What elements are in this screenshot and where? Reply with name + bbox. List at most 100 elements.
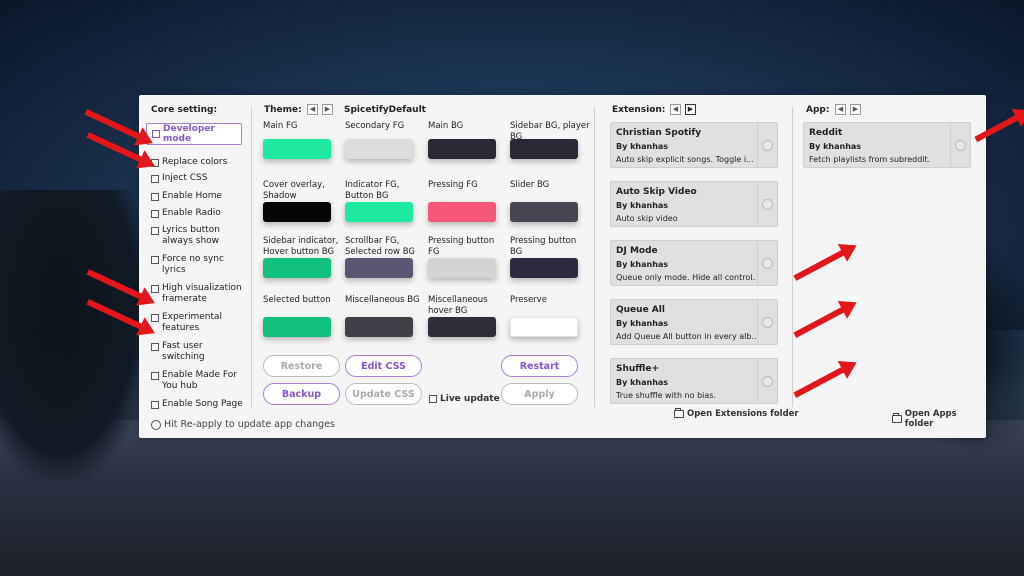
open-apps-folder-label: Open Apps folder bbox=[904, 409, 957, 429]
live-update-toggle[interactable]: Live update bbox=[429, 394, 500, 404]
folder-icon bbox=[892, 413, 902, 423]
core-item-fast-user-switching[interactable]: Fast user switching bbox=[151, 341, 247, 363]
folder-icon bbox=[674, 408, 684, 418]
toggle-area[interactable] bbox=[757, 182, 777, 226]
extension-name: Shuffle+ bbox=[616, 364, 659, 374]
core-item-label: Lyrics button always show bbox=[162, 225, 220, 246]
swatch-label: Pressing button FG bbox=[428, 236, 495, 257]
core-item-high-framerate[interactable]: High visualization framerate bbox=[151, 283, 247, 305]
checkbox-icon[interactable] bbox=[151, 193, 159, 201]
color-swatch[interactable] bbox=[263, 258, 331, 278]
color-swatch[interactable] bbox=[510, 258, 578, 278]
checkbox-icon[interactable] bbox=[151, 256, 159, 264]
smile-icon bbox=[151, 419, 161, 430]
color-swatch[interactable] bbox=[428, 317, 496, 337]
core-item-experimental[interactable]: Experimental features bbox=[151, 312, 247, 334]
checkbox-icon[interactable] bbox=[151, 227, 159, 235]
extension-card[interactable]: Queue All By khanhas Add Queue All button … bbox=[610, 299, 778, 345]
toggle-area[interactable] bbox=[950, 123, 970, 167]
theme-title: Theme: bbox=[264, 105, 302, 115]
swatch-label: Pressing FG bbox=[428, 180, 478, 190]
open-extensions-folder-label: Open Extensions folder bbox=[687, 409, 799, 419]
extension-description: Queue only mode. Hide all control... bbox=[616, 273, 756, 282]
toggle-area[interactable] bbox=[757, 241, 777, 285]
core-item-lyrics-button[interactable]: Lyrics button always show bbox=[151, 225, 247, 247]
app-card[interactable]: Reddit By khanhas Fetch playlists from sub… bbox=[803, 122, 971, 168]
core-item-song-page[interactable]: Enable Song Page bbox=[151, 399, 247, 410]
checkbox-icon[interactable] bbox=[151, 372, 159, 380]
apply-button[interactable]: Apply bbox=[501, 383, 578, 405]
color-swatch[interactable] bbox=[510, 317, 578, 337]
theme-prev-icon[interactable]: ◀ bbox=[307, 104, 318, 115]
toggle-area[interactable] bbox=[757, 359, 777, 403]
extension-description: Auto skip explicit songs. Toggle i... bbox=[616, 155, 754, 164]
toggle-radio-icon[interactable] bbox=[955, 140, 966, 151]
color-swatch[interactable] bbox=[510, 139, 578, 159]
color-swatch[interactable] bbox=[428, 258, 496, 278]
update-css-button[interactable]: Update CSS bbox=[345, 383, 422, 405]
swatch-label: Indicator FG, Button BG bbox=[345, 180, 400, 201]
color-swatch[interactable] bbox=[428, 202, 496, 222]
checkbox-icon[interactable] bbox=[151, 210, 159, 218]
core-item-inject-css[interactable]: Inject CSS bbox=[151, 173, 247, 184]
reapply-hint: Hit Re-apply to update app changes bbox=[151, 419, 335, 430]
core-item-label: High visualization framerate bbox=[162, 283, 242, 304]
open-apps-folder-link[interactable]: Open Apps folder bbox=[892, 409, 986, 429]
core-item-label: Experimental features bbox=[162, 312, 223, 333]
restore-button[interactable]: Restore bbox=[263, 355, 340, 377]
swatch-label: Cover overlay, Shadow bbox=[263, 180, 325, 201]
extension-author: By khanhas bbox=[616, 260, 669, 269]
developer-mode-button[interactable]: Developer mode bbox=[146, 123, 242, 145]
checkbox-icon[interactable] bbox=[151, 401, 159, 409]
color-swatch[interactable] bbox=[263, 139, 331, 159]
backup-button[interactable]: Backup bbox=[263, 383, 340, 405]
core-item-enable-home[interactable]: Enable Home bbox=[151, 191, 247, 202]
color-swatch[interactable] bbox=[428, 139, 496, 159]
edit-css-button[interactable]: Edit CSS bbox=[345, 355, 422, 377]
core-item-force-no-sync[interactable]: Force no sync lyrics bbox=[151, 254, 247, 276]
extension-card[interactable]: Christian Spotify By khanhas Auto skip exp… bbox=[610, 122, 778, 168]
background-trees bbox=[0, 190, 150, 480]
color-swatch[interactable] bbox=[263, 202, 331, 222]
core-item-enable-radio[interactable]: Enable Radio bbox=[151, 208, 247, 219]
checkbox-icon[interactable] bbox=[151, 343, 159, 351]
apps-prev-icon[interactable]: ◀ bbox=[835, 104, 846, 115]
toggle-area[interactable] bbox=[757, 300, 777, 344]
theme-next-icon[interactable]: ▶ bbox=[322, 104, 333, 115]
swatch-label: Sidebar indicator, Hover button BG bbox=[263, 236, 339, 257]
toggle-radio-icon[interactable] bbox=[762, 258, 773, 269]
color-swatch[interactable] bbox=[263, 317, 331, 337]
toggle-area[interactable] bbox=[757, 123, 777, 167]
color-swatch[interactable] bbox=[345, 317, 413, 337]
toggle-radio-icon[interactable] bbox=[762, 317, 773, 328]
extensions-prev-icon[interactable]: ◀ bbox=[670, 104, 681, 115]
color-swatch[interactable] bbox=[345, 139, 413, 159]
live-update-label: Live update bbox=[440, 394, 500, 404]
extension-description: Auto skip video bbox=[616, 214, 678, 223]
checkbox-icon[interactable] bbox=[151, 175, 159, 183]
core-item-made-for-you[interactable]: Enable Made For You hub bbox=[151, 370, 247, 392]
swatch-label: Scrollbar FG, Selected row BG bbox=[345, 236, 415, 257]
core-item-label: Replace colors bbox=[162, 157, 228, 167]
extension-name: DJ Mode bbox=[616, 246, 658, 256]
toggle-radio-icon[interactable] bbox=[762, 376, 773, 387]
extension-card[interactable]: DJ Mode By khanhas Queue only mode. Hide a… bbox=[610, 240, 778, 286]
swatch-label: Miscellaneous BG bbox=[345, 295, 420, 305]
color-swatch[interactable] bbox=[345, 258, 413, 278]
extension-card[interactable]: Auto Skip Video By khanhas Auto skip video bbox=[610, 181, 778, 227]
apps-next-icon[interactable]: ▶ bbox=[850, 104, 861, 115]
color-swatch[interactable] bbox=[510, 202, 578, 222]
checkbox-icon[interactable] bbox=[429, 395, 437, 403]
core-item-label: Enable Song Page bbox=[162, 399, 243, 409]
core-item-label: Enable Home bbox=[162, 191, 223, 201]
toggle-radio-icon[interactable] bbox=[762, 199, 773, 210]
color-swatch[interactable] bbox=[345, 202, 413, 222]
restart-button[interactable]: Restart bbox=[501, 355, 578, 377]
extension-name: Christian Spotify bbox=[616, 128, 702, 138]
extension-card[interactable]: Shuffle+ By khanhas True shuffle with no b… bbox=[610, 358, 778, 404]
open-extensions-folder-link[interactable]: Open Extensions folder bbox=[674, 408, 799, 419]
toggle-radio-icon[interactable] bbox=[762, 140, 773, 151]
apps-title: App: bbox=[806, 105, 830, 115]
core-item-replace-colors[interactable]: Replace colors bbox=[151, 157, 247, 168]
extensions-next-icon[interactable]: ▶ bbox=[685, 104, 696, 115]
